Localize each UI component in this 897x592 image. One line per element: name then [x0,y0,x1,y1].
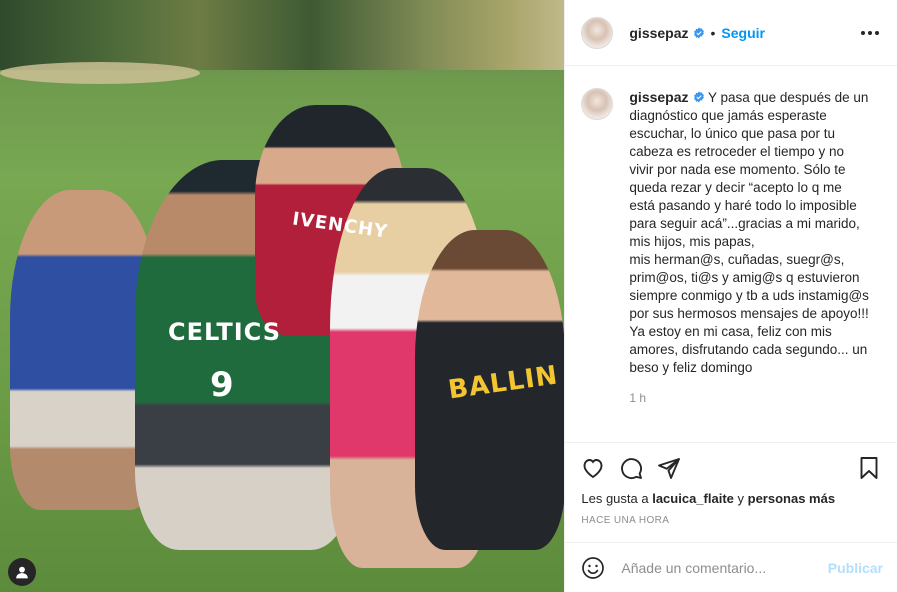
caption: gissepaz Y pasa que después de un diagnó… [629,88,869,377]
emoji-icon[interactable] [581,556,605,580]
caption-block: gissepaz Y pasa que después de un diagnó… [629,88,869,442]
shirt-text-celtics: CELTICS [168,318,281,346]
comment-icon[interactable] [619,456,643,480]
comments-area: gissepaz Y pasa que después de un diagnó… [565,66,897,442]
photo-trees [0,0,565,70]
caption-username[interactable]: gissepaz [629,89,688,105]
post-modal: CELTICS 9 IVENCHY BALLIN gissepaz • Segu… [0,0,897,592]
caption-time[interactable]: 1 h [629,391,869,405]
likes-user-link[interactable]: lacuica_flaite [652,491,734,506]
comment-input[interactable] [619,558,828,577]
publish-button[interactable]: Publicar [828,560,883,576]
caption-author-avatar[interactable] [581,88,614,120]
more-options-icon[interactable] [859,25,881,41]
likes-and: y [737,491,745,506]
photo-sand-bunker [0,62,200,84]
post-actions: Les gusta a lacuica_flaite y personas má… [565,442,897,526]
shirt-text-number: 9 [210,365,235,405]
likes-summary: Les gusta a lacuica_flaite y personas má… [581,491,881,506]
bookmark-icon[interactable] [857,456,881,480]
verified-badge-icon [693,91,705,103]
verified-badge-icon [693,27,705,39]
comment-form: Publicar [565,542,897,592]
action-icons [581,453,881,483]
post-header: gissepaz • Seguir [565,0,897,66]
follow-button[interactable]: Seguir [721,25,765,41]
user-tag-icon[interactable] [8,558,36,586]
author-avatar[interactable] [581,16,614,49]
likes-others-link[interactable]: personas más [748,491,835,506]
post-photo[interactable]: CELTICS 9 IVENCHY BALLIN [0,0,565,592]
header-separator: • [710,24,716,41]
heart-icon[interactable] [581,456,605,480]
likes-prefix: Les gusta a [581,491,649,506]
post-timestamp[interactable]: HACE UNA HORA [581,515,881,526]
author-username[interactable]: gissepaz [629,25,688,41]
share-icon[interactable] [657,456,681,480]
caption-text: Y pasa que después de un diagnóstico que… [629,90,869,375]
post-side-panel: gissepaz • Seguir gissepaz Y pasa que de… [564,0,897,592]
